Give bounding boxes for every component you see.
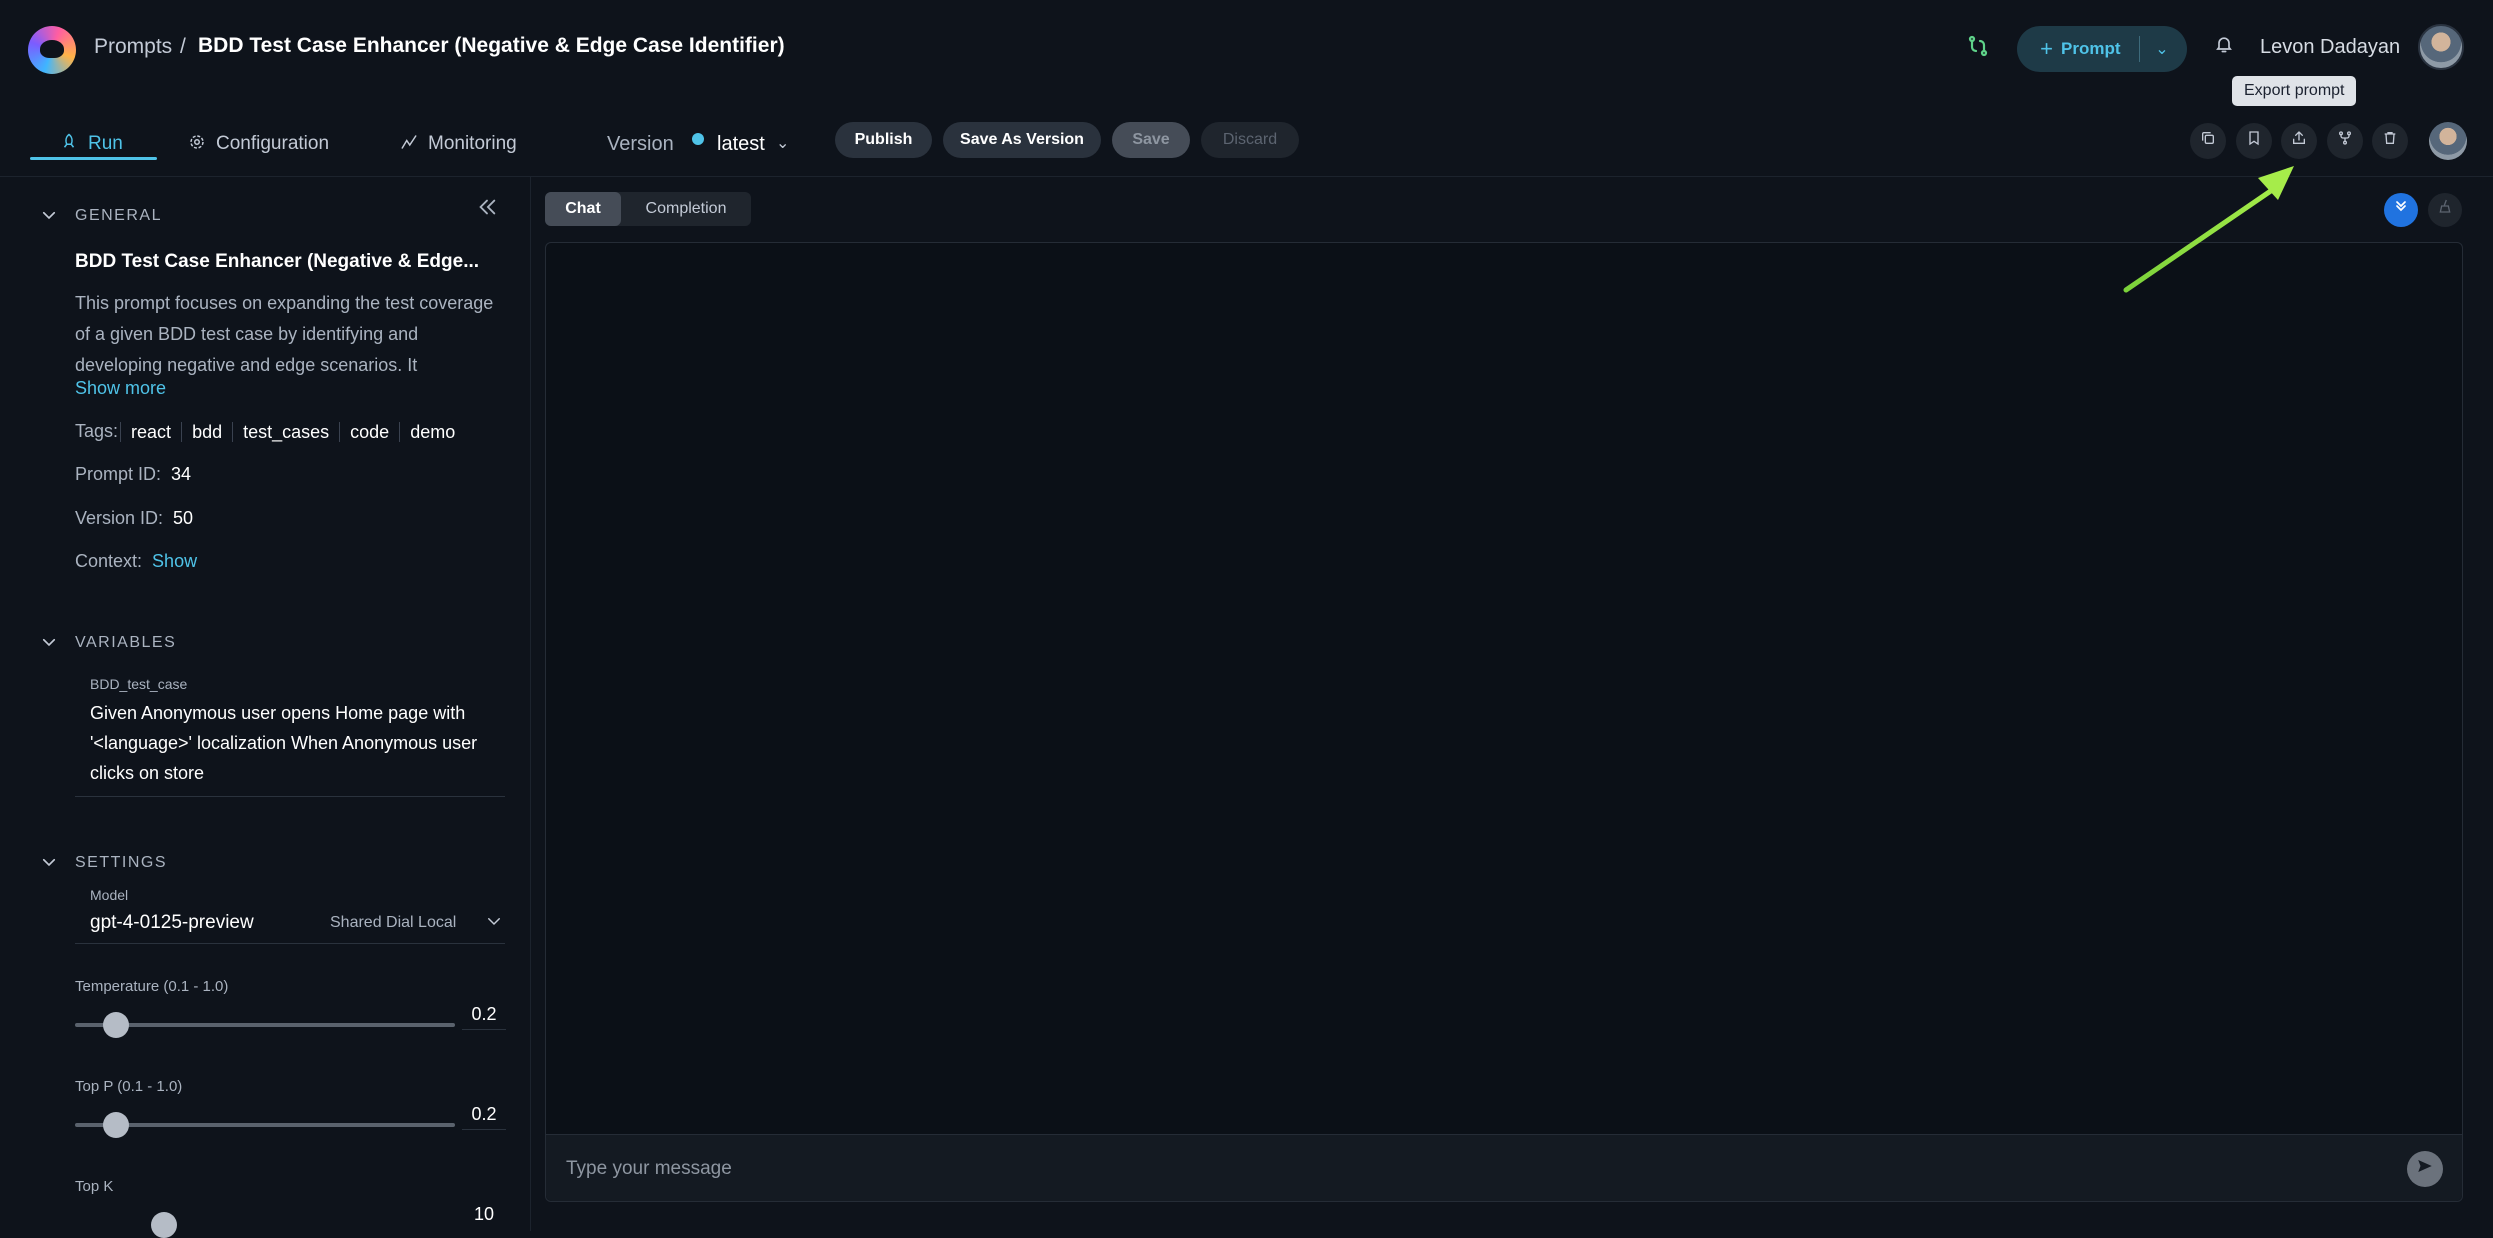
save-as-version-button[interactable]: Save As Version xyxy=(943,122,1101,158)
sidebar-divider xyxy=(530,177,531,1231)
rocket-icon xyxy=(60,133,78,156)
model-label: Model xyxy=(90,887,129,903)
scroll-down-icon[interactable] xyxy=(2384,193,2418,227)
chat-message-input[interactable] xyxy=(566,1154,2366,1184)
user-avatar[interactable] xyxy=(2418,24,2464,70)
publish-button[interactable]: Publish xyxy=(835,122,932,158)
version-select[interactable]: latest xyxy=(717,126,765,162)
author-avatar[interactable] xyxy=(2429,122,2467,160)
chevron-down-icon[interactable] xyxy=(40,853,58,876)
collapse-sidebar-icon[interactable] xyxy=(476,196,498,224)
mode-completion-button[interactable]: Completion xyxy=(621,192,751,226)
breadcrumb-prompts[interactable]: Prompts xyxy=(94,35,172,59)
tags-row: Tags: react bdd test_cases code demo xyxy=(75,421,465,442)
tab-configuration[interactable]: Configuration xyxy=(188,126,329,162)
plus-icon: + xyxy=(2040,36,2053,61)
tag-chip[interactable]: react xyxy=(120,421,181,442)
context-row: Context: Show xyxy=(75,551,197,572)
top-p-label: Top P (0.1 - 1.0) xyxy=(75,1078,183,1095)
show-more-link[interactable]: Show more xyxy=(75,378,166,399)
save-button[interactable]: Save xyxy=(1112,122,1190,158)
send-icon[interactable] xyxy=(2407,1151,2443,1187)
create-prompt-button[interactable]: + Prompt ⌄ xyxy=(2017,26,2187,72)
context-label: Context: xyxy=(75,551,143,571)
trash-icon[interactable] xyxy=(2372,123,2408,159)
model-select[interactable]: gpt-4-0125-preview xyxy=(90,912,254,934)
prompt-description: This prompt focuses on expanding the tes… xyxy=(75,293,494,375)
active-tab-indicator xyxy=(30,157,157,160)
discard-button[interactable]: Discard xyxy=(1201,122,1299,158)
routing-icon[interactable] xyxy=(1964,34,1992,62)
chevron-down-icon[interactable]: ⌄ xyxy=(776,126,789,162)
context-show-link[interactable]: Show xyxy=(152,551,197,571)
top-p-slider-thumb[interactable] xyxy=(103,1112,129,1138)
tag-chip[interactable]: bdd xyxy=(181,421,232,442)
version-id-row: Version ID: 50 xyxy=(75,508,193,529)
variable-name: BDD_test_case xyxy=(90,676,188,692)
version-status-dot xyxy=(692,133,704,145)
version-id-value: 50 xyxy=(173,508,194,528)
chevron-down-icon[interactable] xyxy=(40,633,58,656)
annotation-arrow xyxy=(2123,166,2294,293)
tab-monitoring-label: Monitoring xyxy=(428,133,517,154)
variable-value-input[interactable]: Given Anonymous user opens Home page wit… xyxy=(90,698,495,788)
breadcrumb-separator: / xyxy=(180,35,186,58)
chevron-down-icon[interactable] xyxy=(40,206,58,229)
chat-history-area xyxy=(545,242,2463,1202)
bell-icon[interactable] xyxy=(2210,34,2238,62)
section-variables-title[interactable]: VARIABLES xyxy=(75,634,176,652)
chevron-down-icon[interactable]: ⌄ xyxy=(2140,39,2184,59)
version-label: Version xyxy=(607,133,674,155)
model-underline xyxy=(75,943,505,944)
chevron-down-icon[interactable] xyxy=(485,912,503,935)
section-general-title[interactable]: GENERAL xyxy=(75,207,162,225)
export-tooltip: Export prompt xyxy=(2232,76,2357,106)
model-provider: Shared Dial Local xyxy=(330,914,457,931)
tags-label: Tags: xyxy=(75,421,119,441)
clean-chat-icon[interactable] xyxy=(2428,193,2462,227)
variable-underline xyxy=(75,796,505,797)
prompt-name: BDD Test Case Enhancer (Negative & Edge.… xyxy=(75,251,480,272)
chart-line-icon xyxy=(400,133,418,156)
temperature-value[interactable]: 0.2 xyxy=(462,1004,506,1030)
app-logo[interactable] xyxy=(28,26,76,74)
create-prompt-label: Prompt xyxy=(2061,39,2121,58)
top-k-label: Top K xyxy=(75,1178,114,1195)
top-header: Prompts / BDD Test Case Enhancer (Negati… xyxy=(0,0,2493,96)
page-title: BDD Test Case Enhancer (Negative & Edge … xyxy=(198,34,785,57)
fork-icon[interactable] xyxy=(2327,123,2363,159)
top-k-slider-thumb[interactable] xyxy=(151,1212,177,1238)
version-id-label: Version ID: xyxy=(75,508,164,528)
top-p-slider[interactable] xyxy=(75,1123,455,1127)
mode-chat-button[interactable]: Chat xyxy=(545,192,621,226)
prompt-id-label: Prompt ID: xyxy=(75,464,162,484)
tag-chip[interactable]: demo xyxy=(399,421,465,442)
gear-icon xyxy=(188,133,206,156)
temperature-slider[interactable] xyxy=(75,1023,455,1027)
temperature-label: Temperature (0.1 - 1.0) xyxy=(75,978,229,995)
section-settings-title[interactable]: SETTINGS xyxy=(75,854,167,872)
mode-switch: Chat Completion xyxy=(545,192,751,226)
temperature-slider-thumb[interactable] xyxy=(103,1012,129,1038)
prompt-id-value: 34 xyxy=(171,464,192,484)
tag-chip[interactable]: code xyxy=(339,421,399,442)
tag-chip[interactable]: test_cases xyxy=(232,421,339,442)
prompt-id-row: Prompt ID: 34 xyxy=(75,464,191,485)
tab-monitoring[interactable]: Monitoring xyxy=(400,126,517,162)
tab-run-label: Run xyxy=(88,133,123,154)
top-p-value[interactable]: 0.2 xyxy=(462,1104,506,1130)
top-k-value[interactable]: 10 xyxy=(462,1204,506,1229)
tab-configuration-label: Configuration xyxy=(216,133,330,154)
user-name[interactable]: Levon Dadayan xyxy=(2260,36,2400,59)
